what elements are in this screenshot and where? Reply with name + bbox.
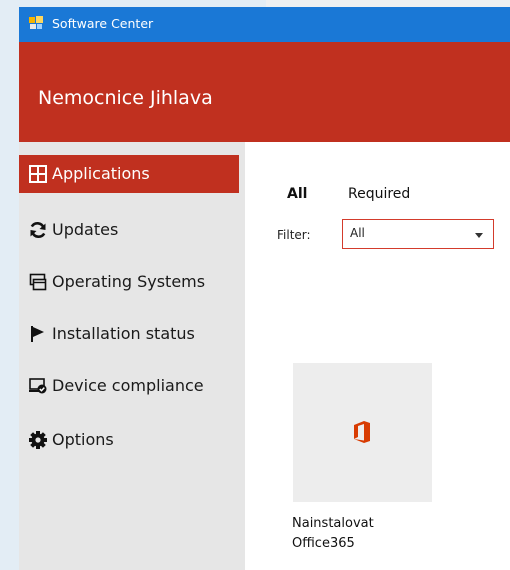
sidebar-item-label: Installation status	[52, 324, 195, 343]
tab-all[interactable]: All	[287, 186, 307, 202]
organization-header: Nemocnice Jihlava	[19, 42, 510, 142]
gear-icon	[29, 431, 47, 449]
software-center-window: Software Center Nemocnice Jihlava Applic…	[19, 0, 510, 570]
filter-selected-value: All	[350, 226, 365, 240]
software-center-icon	[29, 16, 43, 29]
filter-label: Filter:	[277, 228, 311, 242]
main-content: All Required Filter: All Nainstalovat Of…	[245, 142, 510, 570]
sidebar-item-installation-status[interactable]: Installation status	[19, 315, 239, 353]
chevron-down-icon	[475, 233, 483, 238]
filter-dropdown[interactable]: All	[342, 219, 494, 249]
app-name-line2: Office365	[292, 536, 355, 551]
sidebar-item-options[interactable]: Options	[19, 421, 239, 459]
sidebar-item-label: Device compliance	[52, 376, 204, 395]
sidebar-item-device-compliance[interactable]: Device compliance	[19, 367, 239, 405]
windows-icon	[29, 273, 47, 291]
sidebar-item-operating-systems[interactable]: Operating Systems	[19, 263, 239, 301]
flag-icon	[31, 326, 44, 342]
app-name-line1: Nainstalovat	[292, 516, 374, 531]
sidebar-item-label: Operating Systems	[52, 272, 206, 291]
office-icon	[354, 421, 370, 443]
sidebar-item-applications[interactable]: Applications	[19, 155, 239, 193]
sidebar-item-label: Applications	[52, 164, 150, 183]
app-name[interactable]: Nainstalovat Office365	[292, 514, 442, 554]
device-compliance-icon	[29, 378, 47, 394]
applications-icon	[29, 165, 47, 183]
sidebar-item-label: Options	[52, 430, 114, 449]
app-tile-office365[interactable]	[293, 363, 432, 502]
sidebar: Applications Updates Operating Systems I…	[19, 142, 245, 570]
organization-name: Nemocnice Jihlava	[38, 87, 213, 109]
title-bar[interactable]: Software Center	[19, 7, 510, 42]
window-title: Software Center	[52, 16, 154, 31]
refresh-icon	[30, 222, 46, 238]
tab-required[interactable]: Required	[348, 186, 410, 202]
sidebar-item-label: Updates	[52, 220, 119, 239]
sidebar-item-updates[interactable]: Updates	[19, 211, 239, 249]
background-window-strip	[266, 0, 510, 7]
